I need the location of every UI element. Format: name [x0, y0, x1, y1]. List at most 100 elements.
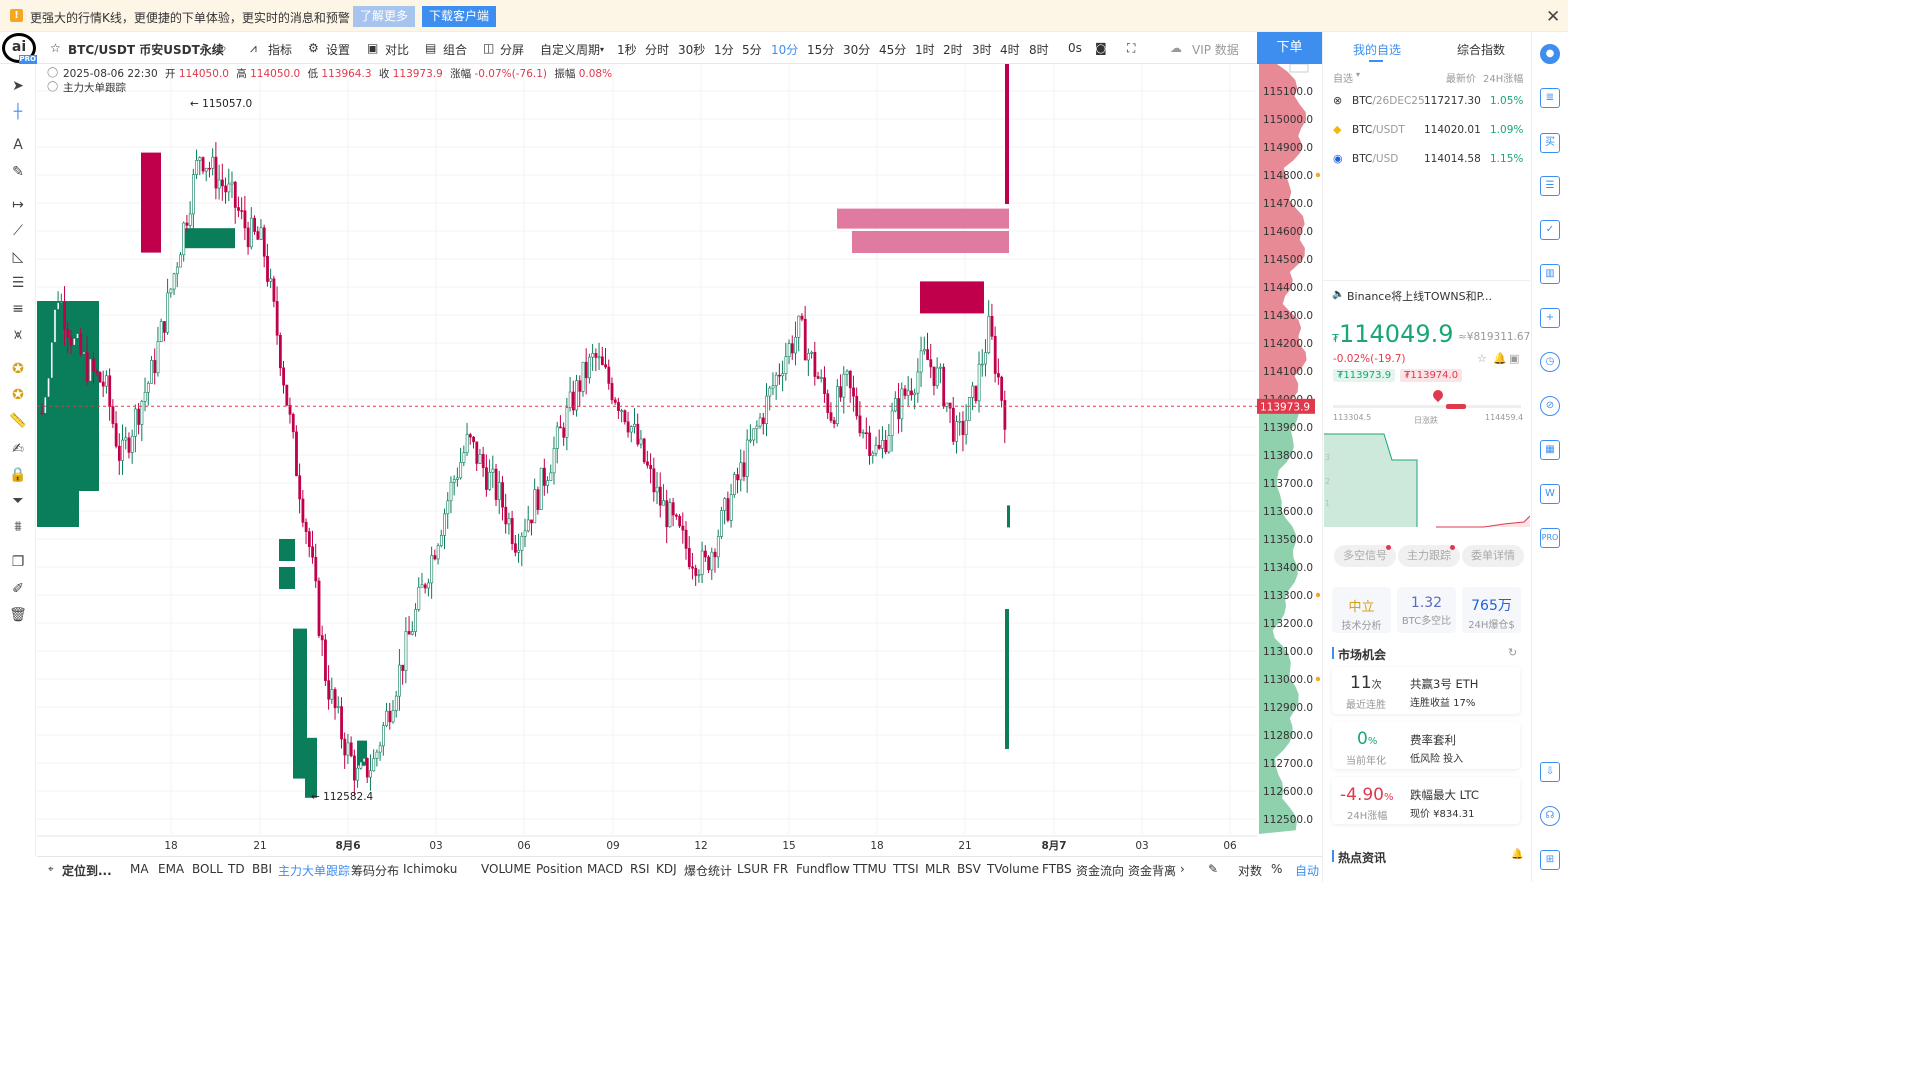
sub-volume[interactable]: VOLUME: [481, 862, 531, 876]
place-order-button[interactable]: 下单: [1257, 32, 1322, 64]
chevron-right-icon[interactable]: ›: [1180, 862, 1185, 876]
locate-button[interactable]: 定位到...: [62, 862, 112, 879]
custom-period-dropdown[interactable]: 自定义周期: [540, 41, 600, 58]
pen-icon[interactable]: ✍: [9, 440, 27, 458]
edit-list-icon[interactable]: ✐: [9, 580, 27, 598]
camera-icon[interactable]: ◙: [1095, 41, 1107, 55]
tab-watchlist[interactable]: 我的自选: [1353, 41, 1401, 58]
sub-tvolume[interactable]: TVolume: [987, 862, 1039, 876]
learn-more-button[interactable]: 了解更多: [353, 6, 416, 27]
period-30s[interactable]: 30秒: [678, 41, 705, 58]
col-self[interactable]: 自选: [1333, 70, 1353, 85]
sub-fundflow[interactable]: Fundflow: [796, 862, 850, 876]
watch-row-2[interactable]: BTC/USDT: [1352, 124, 1405, 136]
sub-bsv[interactable]: BSV: [957, 862, 981, 876]
refresh-icon[interactable]: ↻: [1508, 646, 1517, 659]
magnet-icon[interactable]: ⩩: [9, 518, 27, 536]
indicator-chip-distribution[interactable]: 筹码分布: [351, 862, 399, 879]
tech-analysis-card[interactable]: 中立 技术分析: [1332, 587, 1391, 633]
add-icon[interactable]: +: [1540, 308, 1560, 328]
sub-position[interactable]: Position: [536, 862, 583, 876]
sub-lsur[interactable]: LSUR: [737, 862, 768, 876]
pattern-icon[interactable]: ✪: [9, 360, 27, 378]
text-tool-icon[interactable]: A: [9, 136, 27, 154]
period-15m[interactable]: 15分: [807, 41, 834, 58]
indicator-bbi[interactable]: BBI: [252, 862, 272, 876]
period-1s[interactable]: 1秒: [617, 41, 637, 58]
sub-mlr[interactable]: MLR: [925, 862, 950, 876]
wave-icon[interactable]: ⩙: [9, 326, 27, 344]
split-screen-button[interactable]: 分屏: [500, 41, 524, 58]
sub-fund-divergence[interactable]: 资金背离: [1128, 862, 1176, 879]
news-icon[interactable]: ≣: [1540, 88, 1560, 108]
fullscreen-icon[interactable]: ⛶: [1127, 41, 1135, 56]
headset-icon[interactable]: ☊: [1540, 806, 1560, 826]
trash-icon[interactable]: 🗑: [9, 606, 27, 624]
period-timeline[interactable]: 分时: [645, 41, 669, 58]
collapse-arrow[interactable]: [1289, 64, 1309, 73]
sub-fr[interactable]: FR: [773, 862, 788, 876]
parallel-lines-icon[interactable]: ☰: [9, 274, 27, 292]
period-3h[interactable]: 3时: [972, 41, 992, 58]
watch-row-3[interactable]: BTC/USD: [1352, 153, 1398, 165]
star-icon[interactable]: ☆: [1477, 352, 1487, 365]
tab-composite-index[interactable]: 综合指数: [1457, 41, 1505, 58]
search-icon[interactable]: ⌕: [220, 41, 227, 56]
period-4h[interactable]: 4时: [1000, 41, 1020, 58]
list-icon[interactable]: ☰: [1540, 176, 1560, 196]
sub-ttmu[interactable]: TTMU: [853, 862, 887, 876]
calendar-icon[interactable]: ▦: [1540, 440, 1560, 460]
long-short-ratio-card[interactable]: 1.32 BTC多空比: [1397, 587, 1456, 633]
sub-ftbs[interactable]: FTBS: [1042, 862, 1072, 876]
sub-kdj[interactable]: KDJ: [656, 862, 677, 876]
edit-icon[interactable]: ✎: [1208, 862, 1218, 876]
pro-icon[interactable]: PRO: [1540, 528, 1560, 548]
ruler-icon[interactable]: 📏: [9, 412, 27, 430]
indicator-ema[interactable]: EMA: [158, 862, 184, 876]
period-1m[interactable]: 1分: [714, 41, 734, 58]
bell-icon[interactable]: 🔔: [1493, 352, 1507, 365]
horizontal-line-icon[interactable]: ↦: [9, 196, 27, 214]
fib-icon[interactable]: ≡: [9, 300, 27, 318]
download-client-button[interactable]: 下载客户端: [422, 6, 497, 27]
download-icon[interactable]: ⇩: [1540, 762, 1560, 782]
trade-icon[interactable]: 买: [1540, 133, 1560, 153]
period-30m[interactable]: 30分: [843, 41, 870, 58]
pattern-alt-icon[interactable]: ✪: [9, 386, 27, 404]
sub-macd[interactable]: MACD: [587, 862, 623, 876]
symbol-title[interactable]: BTC/USDT 币安USDT永续: [68, 41, 224, 58]
bar-chart-icon[interactable]: ▥: [1540, 264, 1560, 284]
period-8h[interactable]: 8时: [1029, 41, 1049, 58]
sub-liquidation[interactable]: 爆仓统计: [684, 862, 732, 879]
star-icon[interactable]: ☆: [50, 41, 61, 55]
copy-icon[interactable]: ❐: [9, 553, 27, 571]
sub-rsi[interactable]: RSI: [630, 862, 650, 876]
cursor-arrow-icon[interactable]: ➤: [9, 77, 27, 95]
sub-ttsi[interactable]: TTSI: [893, 862, 919, 876]
sub-fund-flow[interactable]: 资金流向: [1076, 862, 1124, 879]
order-detail-tag[interactable]: 委单详情: [1462, 545, 1524, 567]
wallet-icon[interactable]: W: [1540, 484, 1560, 504]
period-2h[interactable]: 2时: [943, 41, 963, 58]
period-1h[interactable]: 1时: [915, 41, 935, 58]
user-icon[interactable]: ●: [1540, 44, 1560, 64]
period-45m[interactable]: 45分: [879, 41, 906, 58]
liquidation-card[interactable]: 765万 24H爆仓$: [1462, 587, 1521, 633]
overlay-label[interactable]: 主力大单跟踪: [63, 80, 126, 95]
close-icon[interactable]: ✕: [1546, 7, 1560, 27]
candlestick-chart[interactable]: 115100.0 115000.0 114900.0 114800.0 114700.0…: [37, 64, 1322, 856]
filter-icon[interactable]: ⏷: [9, 492, 27, 510]
satellite-icon[interactable]: ⊘: [1540, 396, 1560, 416]
grid-icon[interactable]: ⊞: [1540, 850, 1560, 870]
period-10m[interactable]: 10分: [771, 41, 798, 58]
bell-icon[interactable]: 🔔: [1511, 849, 1523, 860]
indicator-td[interactable]: TD: [228, 862, 245, 876]
clock-icon[interactable]: ◷: [1540, 352, 1560, 372]
period-5m[interactable]: 5分: [742, 41, 762, 58]
indicators-button[interactable]: 指标: [268, 41, 292, 58]
indicator-main-order-tracking[interactable]: 主力大单跟踪: [278, 862, 350, 879]
more-icon[interactable]: ▣: [1509, 352, 1519, 365]
percent-scale-button[interactable]: %: [1271, 862, 1282, 876]
angle-icon[interactable]: ◺: [9, 248, 27, 266]
vip-data-dropdown[interactable]: VIP 数据: [1192, 41, 1239, 58]
